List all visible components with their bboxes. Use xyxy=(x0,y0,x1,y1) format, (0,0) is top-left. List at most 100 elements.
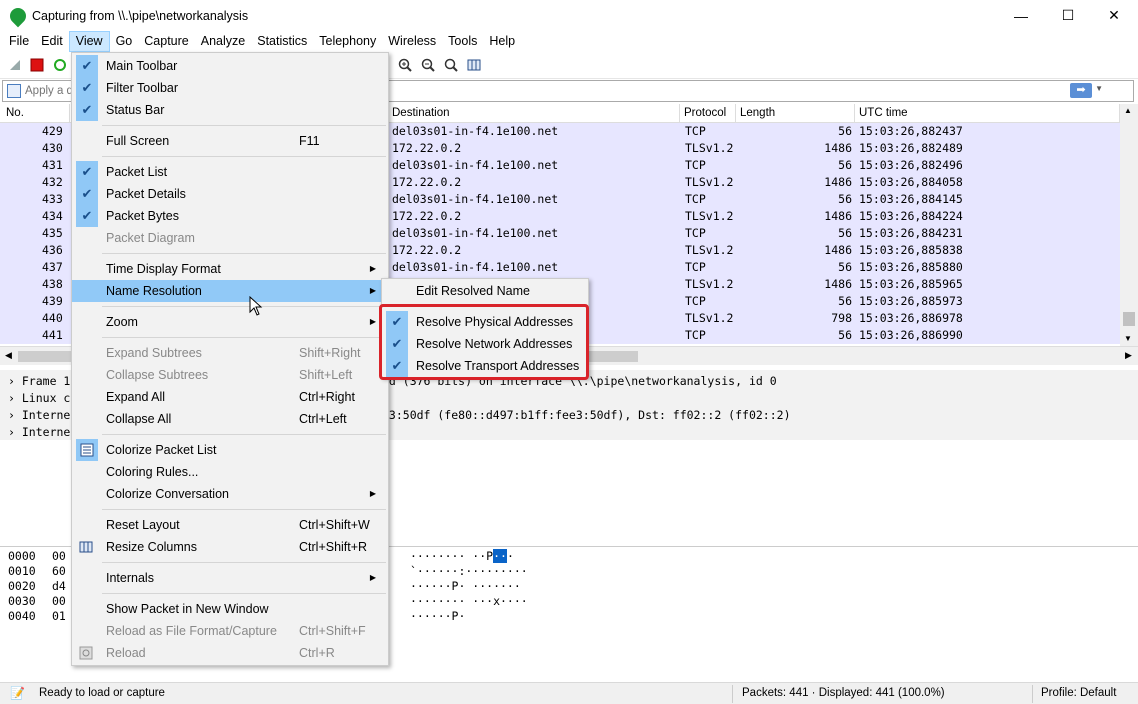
expand-chevron-icon[interactable]: › xyxy=(8,374,15,388)
menu-item-label: Colorize Conversation xyxy=(106,487,229,501)
cell-length: 56 xyxy=(838,328,852,342)
bytes-hex[interactable]: 00 xyxy=(52,594,66,609)
menu-item-label: Status Bar xyxy=(106,103,165,117)
status-separator xyxy=(732,685,733,703)
menu-statistics[interactable]: Statistics xyxy=(251,31,313,52)
menu-item-shortcut: Ctrl+R xyxy=(299,646,335,660)
apply-filter-arrow-icon[interactable]: ➡ xyxy=(1070,83,1092,98)
bytes-hex[interactable]: 01 xyxy=(52,609,66,624)
bookmark-icon[interactable] xyxy=(7,84,21,98)
menu-item-reload: Reload Ctrl+R xyxy=(72,642,388,664)
scroll-up-icon[interactable]: ▲ xyxy=(1124,106,1132,115)
menu-item-zoom[interactable]: Zoom ▶ xyxy=(72,311,388,333)
bytes-hex[interactable]: d4 xyxy=(52,579,66,594)
detail-row[interactable]: › Interne xyxy=(8,407,70,424)
resize-columns-icon[interactable] xyxy=(466,57,482,73)
menu-item-reset-layout[interactable]: Reset Layout Ctrl+Shift+W xyxy=(72,514,388,536)
expand-chevron-icon[interactable]: › xyxy=(8,391,15,405)
cell-protocol: TCP xyxy=(685,124,706,138)
detail-label: Frame 1 xyxy=(21,374,71,388)
close-button[interactable]: ✕ xyxy=(1091,0,1137,31)
menu-item-label: Packet Details xyxy=(106,187,186,201)
menu-item-shortcut: Ctrl+Left xyxy=(299,412,347,426)
detail-row[interactable]: › Interne xyxy=(8,424,70,441)
menu-analyze[interactable]: Analyze xyxy=(195,31,251,52)
minimize-button[interactable]: — xyxy=(998,0,1044,31)
column-protocol[interactable]: Protocol xyxy=(680,104,736,123)
maximize-button[interactable]: ☐ xyxy=(1045,0,1091,31)
bytes-ascii[interactable]: `······:········· xyxy=(410,564,528,579)
cell-utc-time: 15:03:26,882496 xyxy=(859,158,963,172)
menu-separator xyxy=(102,562,386,563)
menu-item-collapse-subtrees: Collapse Subtrees Shift+Left xyxy=(72,364,388,386)
bytes-ascii[interactable]: ········ ···x···· xyxy=(410,594,528,609)
menu-item-label: Reset Layout xyxy=(106,518,180,532)
menu-capture[interactable]: Capture xyxy=(138,31,194,52)
menu-item-collapse-all[interactable]: Collapse All Ctrl+Left xyxy=(72,408,388,430)
menu-item-show-packet-new-window[interactable]: Show Packet in New Window xyxy=(72,598,388,620)
menu-item-edit-resolved-name[interactable]: Edit Resolved Name xyxy=(382,280,588,302)
menu-view[interactable]: View xyxy=(68,31,110,52)
menu-item-status-bar[interactable]: ✔ Status Bar xyxy=(72,99,388,121)
bytes-ascii[interactable]: ········ ··P··· xyxy=(410,549,514,564)
menu-file[interactable]: File xyxy=(3,31,35,52)
cell-protocol: TCP xyxy=(685,158,706,172)
zoom-in-icon[interactable] xyxy=(397,57,413,73)
menu-item-coloring-rules[interactable]: Coloring Rules... xyxy=(72,461,388,483)
menu-help[interactable]: Help xyxy=(483,31,521,52)
menu-telephony[interactable]: Telephony xyxy=(313,31,382,52)
bytes-offset: 0020 xyxy=(8,579,36,593)
scroll-thumb[interactable] xyxy=(1123,312,1135,326)
bytes-hex[interactable]: 60 xyxy=(52,564,66,579)
expand-chevron-icon[interactable]: › xyxy=(8,425,15,439)
zoom-normal-icon[interactable] xyxy=(443,57,459,73)
detail-row[interactable]: › Linux c xyxy=(8,390,70,407)
submenu-arrow-icon: ▶ xyxy=(369,489,376,498)
expand-chevron-icon[interactable]: › xyxy=(8,408,15,422)
menu-item-packet-bytes[interactable]: ✔ Packet Bytes xyxy=(72,205,388,227)
menu-item-name-resolution[interactable]: Name Resolution ▶ xyxy=(72,280,388,302)
menu-item-colorize-conversation[interactable]: Colorize Conversation ▶ xyxy=(72,483,388,505)
bytes-hex[interactable]: 00 xyxy=(52,549,66,564)
menu-item-packet-details[interactable]: ✔ Packet Details xyxy=(72,183,388,205)
menu-item-label: Zoom xyxy=(106,315,138,329)
packet-list-vertical-scrollbar[interactable]: ▲ ▼ xyxy=(1120,104,1138,346)
menu-wireless[interactable]: Wireless xyxy=(382,31,442,52)
menu-go[interactable]: Go xyxy=(110,31,139,52)
column-no[interactable]: No. xyxy=(2,104,70,123)
menu-item-colorize-packet-list[interactable]: Colorize Packet List xyxy=(72,439,388,461)
menu-item-label: Packet List xyxy=(106,165,168,179)
detail-row[interactable]: › Frame 1 xyxy=(8,373,70,390)
start-capture-icon[interactable] xyxy=(7,57,23,73)
menu-tools[interactable]: Tools xyxy=(442,31,483,52)
menu-edit[interactable]: Edit xyxy=(35,31,69,52)
menu-item-expand-all[interactable]: Expand All Ctrl+Right xyxy=(72,386,388,408)
bytes-ascii[interactable]: ······P· xyxy=(410,609,465,624)
column-destination[interactable]: Destination xyxy=(388,104,680,123)
cell-length: 1486 xyxy=(824,277,852,291)
column-length[interactable]: Length xyxy=(736,104,855,123)
profile-label[interactable]: Profile: Default xyxy=(1041,687,1116,699)
menu-item-time-display-format[interactable]: Time Display Format ▶ xyxy=(72,258,388,280)
menu-item-internals[interactable]: Internals ▶ xyxy=(72,567,388,589)
restart-capture-icon[interactable] xyxy=(52,57,68,73)
selected-bytes[interactable]: ·· xyxy=(493,549,507,563)
menu-bar: File Edit View Go Capture Analyze Statis… xyxy=(0,31,1138,52)
bytes-ascii[interactable]: ······P· ······· xyxy=(410,579,521,594)
menu-item-main-toolbar[interactable]: ✔ Main Toolbar xyxy=(72,55,388,77)
filter-history-dropdown-icon[interactable]: ▼ xyxy=(1095,84,1103,93)
cell-length: 56 xyxy=(838,192,852,206)
menu-item-resize-columns[interactable]: Resize Columns Ctrl+Shift+R xyxy=(72,536,388,558)
checkmark-icon: ✔ xyxy=(76,99,98,121)
zoom-out-icon[interactable] xyxy=(420,57,436,73)
menu-item-full-screen[interactable]: Full Screen F11 xyxy=(72,130,388,152)
stop-capture-icon[interactable] xyxy=(29,57,45,73)
expert-info-icon[interactable]: 📝 xyxy=(10,686,25,700)
scroll-right-icon[interactable]: ▶ xyxy=(1125,350,1132,361)
scroll-left-icon[interactable]: ◀ xyxy=(5,350,12,361)
cell-destination: 172.22.0.2 xyxy=(392,175,462,189)
menu-item-filter-toolbar[interactable]: ✔ Filter Toolbar xyxy=(72,77,388,99)
column-utc-time[interactable]: UTC time xyxy=(855,104,1120,123)
scroll-down-icon[interactable]: ▼ xyxy=(1124,334,1132,343)
menu-item-packet-list[interactable]: ✔ Packet List xyxy=(72,161,388,183)
